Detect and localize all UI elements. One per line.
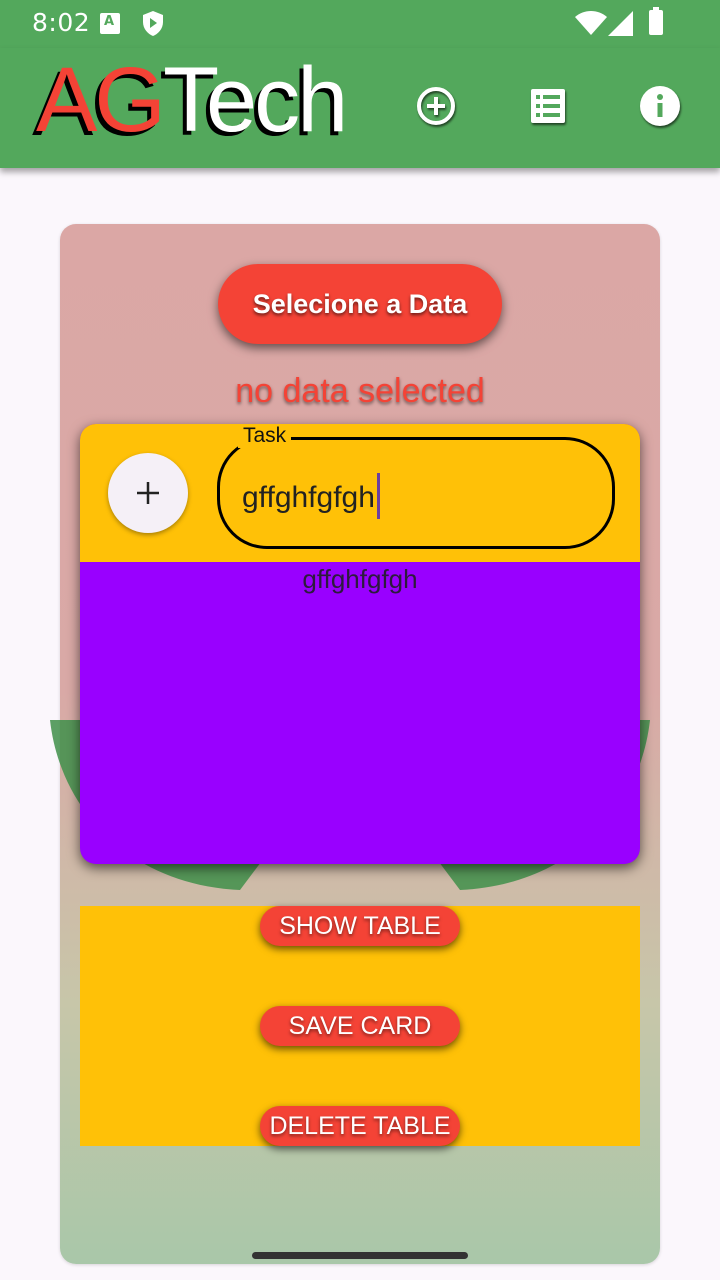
- task-input-text: gffghfgfgh: [242, 480, 375, 514]
- battery-icon: [649, 7, 663, 35]
- add-circle-icon[interactable]: [412, 82, 460, 130]
- list-icon[interactable]: [524, 82, 572, 130]
- home-indicator[interactable]: [252, 1252, 468, 1259]
- text-caret: [376, 473, 380, 519]
- info-icon[interactable]: [636, 82, 684, 130]
- font-notification-icon: A: [100, 13, 120, 34]
- show-table-button[interactable]: SHOW TABLE: [260, 906, 460, 946]
- logo-ag: AG: [36, 49, 166, 151]
- task-input[interactable]: Task gffghfgfgh: [217, 424, 615, 549]
- actions-panel: SHOW TABLE SAVE CARD DELETE TABLE: [80, 906, 640, 1146]
- task-header: Task gffghfgfgh: [80, 424, 640, 562]
- app-bar: AGTech: [0, 48, 720, 168]
- task-card: Task gffghfgfgh gffghfgfgh: [80, 424, 640, 864]
- status-time: 8:02: [32, 8, 91, 37]
- plus-icon: [137, 482, 159, 504]
- task-field-label: Task: [238, 424, 292, 448]
- app-logo: AGTech: [36, 54, 348, 146]
- select-date-button[interactable]: Selecione a Data: [218, 264, 502, 344]
- task-preview-text: gffghfgfgh: [302, 564, 418, 594]
- logo-tech: Tech: [162, 49, 348, 151]
- no-data-label: no data selected: [235, 372, 485, 410]
- wifi-icon: [575, 11, 607, 35]
- add-task-button[interactable]: [108, 453, 188, 533]
- save-card-button[interactable]: SAVE CARD: [260, 1006, 460, 1046]
- delete-table-button[interactable]: DELETE TABLE: [260, 1106, 460, 1146]
- task-input-value[interactable]: gffghfgfgh: [242, 473, 380, 522]
- status-bar: 8:02 A: [0, 0, 720, 48]
- cell-signal-icon: [608, 11, 633, 36]
- shield-play-icon: [143, 11, 163, 36]
